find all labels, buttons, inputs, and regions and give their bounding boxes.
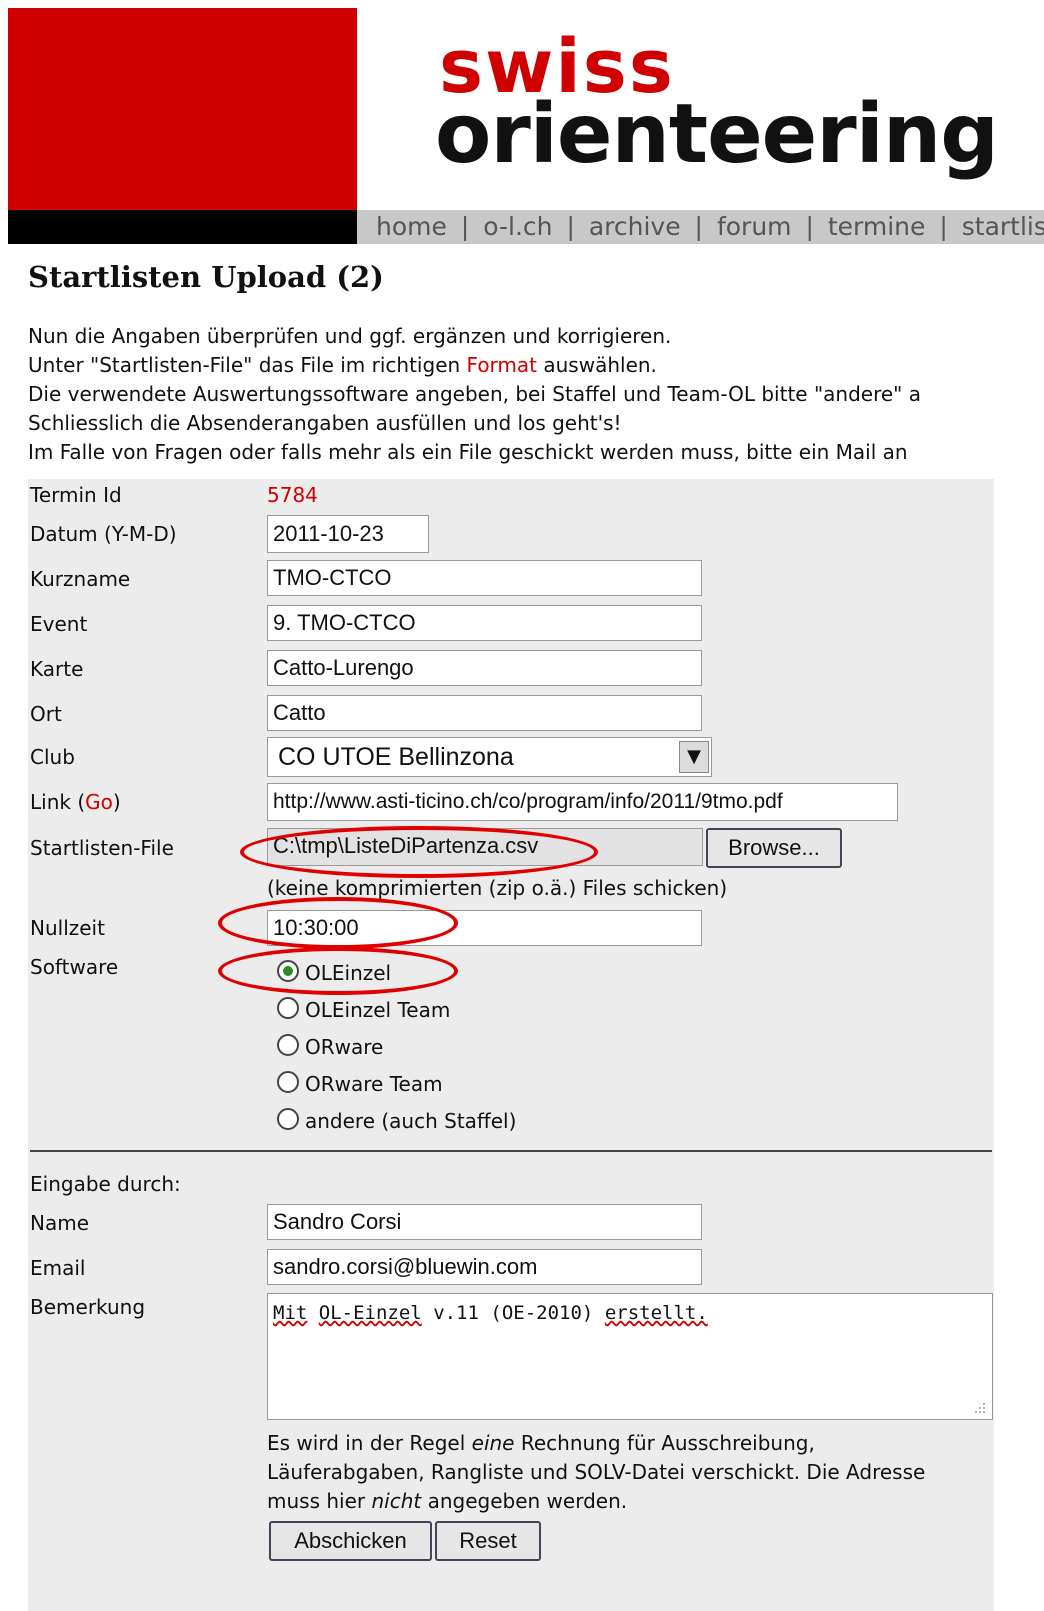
datum-label: Datum (Y-M-D) bbox=[30, 522, 177, 546]
termin-id-label: Termin Id bbox=[30, 483, 122, 507]
termin-id-value: 5784 bbox=[267, 483, 318, 507]
intro-text-fragment: auswählen. bbox=[537, 353, 657, 377]
name-field[interactable] bbox=[267, 1204, 702, 1240]
event-field[interactable] bbox=[267, 605, 702, 641]
radio-unchecked-icon[interactable] bbox=[277, 997, 299, 1019]
nav-separator: | bbox=[566, 212, 575, 241]
bemerkung-label: Bemerkung bbox=[30, 1295, 146, 1319]
club-selected-value: CO UTOE Bellinzona bbox=[278, 743, 514, 771]
software-option-orware[interactable]: ORware bbox=[277, 1034, 383, 1059]
kurzname-field[interactable] bbox=[267, 560, 702, 596]
email-label: Email bbox=[30, 1256, 86, 1280]
remark-word: erstellt. bbox=[604, 1302, 708, 1324]
billing-note: Es wird in der Regel eine Rechnung für A… bbox=[267, 1429, 967, 1516]
nav-separator: | bbox=[805, 212, 814, 241]
site-header: swiss orienteering home | o-l.ch | archi… bbox=[8, 8, 1044, 244]
page: swiss orienteering home | o-l.ch | archi… bbox=[0, 0, 1044, 1611]
nav-o-l-ch[interactable]: o-l.ch bbox=[483, 212, 552, 241]
karte-label: Karte bbox=[30, 657, 84, 681]
top-nav: home | o-l.ch | archive | forum | termin… bbox=[357, 210, 1044, 244]
karte-field[interactable] bbox=[267, 650, 702, 686]
go-link[interactable]: Go bbox=[85, 790, 113, 814]
link-field[interactable] bbox=[267, 783, 898, 821]
logo[interactable]: swiss orienteering bbox=[357, 8, 1044, 210]
club-select[interactable]: CO UTOE Bellinzona ▼ bbox=[267, 737, 712, 777]
intro-text-fragment: Unter "Startlisten-File" das File im ric… bbox=[28, 353, 467, 377]
ort-label: Ort bbox=[30, 702, 62, 726]
remark-word: OL-Einzel bbox=[318, 1302, 422, 1324]
page-title: Startlisten Upload (2) bbox=[28, 260, 384, 294]
reset-button[interactable]: Reset bbox=[435, 1521, 541, 1561]
radio-label: andere (auch Staffel) bbox=[305, 1109, 517, 1133]
link-label: Link (Go) bbox=[30, 790, 121, 814]
name-label: Name bbox=[30, 1211, 90, 1235]
radio-unchecked-icon[interactable] bbox=[277, 1071, 299, 1093]
logo-text-bottom: orienteering bbox=[435, 87, 999, 182]
nav-home[interactable]: home bbox=[376, 212, 447, 241]
format-link[interactable]: Format bbox=[467, 353, 537, 377]
radio-unchecked-icon[interactable] bbox=[277, 1034, 299, 1056]
nullzeit-label: Nullzeit bbox=[30, 916, 105, 940]
ort-field[interactable] bbox=[267, 695, 702, 731]
annotation-ellipse-nullzeit bbox=[218, 897, 458, 949]
intro-line: Unter "Startlisten-File" das File im ric… bbox=[28, 351, 1044, 380]
billing-note-emphasis: nicht bbox=[371, 1489, 422, 1513]
software-label: Software bbox=[30, 955, 119, 979]
billing-note-text: Es wird in der Regel bbox=[267, 1431, 472, 1455]
radio-label: ORware bbox=[305, 1035, 384, 1059]
brand-black-bar bbox=[8, 210, 357, 244]
section-divider bbox=[30, 1150, 992, 1152]
remark-word: (OE-2010) bbox=[490, 1302, 594, 1324]
eingabe-durch-heading: Eingabe durch: bbox=[30, 1172, 181, 1196]
chevron-down-icon[interactable]: ▼ bbox=[679, 741, 709, 773]
radio-label: ORware Team bbox=[305, 1072, 443, 1096]
nav-startlisten[interactable]: startlisten bbox=[962, 212, 1044, 241]
software-option-andere[interactable]: andere (auch Staffel) bbox=[277, 1108, 516, 1133]
intro-line: Die verwendete Auswertungssoftware angeb… bbox=[28, 382, 921, 406]
brand-red-block bbox=[8, 8, 357, 210]
bemerkung-textarea[interactable]: Mit OL-Einzel v.11 (OE-2010) erstellt. bbox=[267, 1293, 993, 1420]
link-label-text: ) bbox=[112, 790, 121, 814]
nav-separator: | bbox=[939, 212, 948, 241]
radio-unchecked-icon[interactable] bbox=[277, 1108, 299, 1130]
nav-separator: | bbox=[460, 212, 470, 241]
club-label: Club bbox=[30, 745, 75, 769]
event-label: Event bbox=[30, 612, 88, 636]
kurzname-label: Kurzname bbox=[30, 567, 131, 591]
resize-grip-icon[interactable] bbox=[974, 1402, 986, 1414]
software-option-oleinzel-team[interactable]: OLEinzel Team bbox=[277, 997, 450, 1022]
intro-line: Im Falle von Fragen oder falls mehr als … bbox=[28, 440, 908, 464]
browse-button[interactable]: Browse... bbox=[706, 828, 842, 868]
datum-field[interactable] bbox=[267, 515, 429, 553]
submit-button[interactable]: Abschicken bbox=[269, 1521, 432, 1561]
billing-note-text: angegeben werden. bbox=[421, 1489, 628, 1513]
intro-text: Nun die Angaben überprüfen und ggf. ergä… bbox=[28, 322, 1044, 467]
email-field[interactable] bbox=[267, 1249, 702, 1285]
nav-separator: | bbox=[694, 212, 703, 241]
remark-word: Mit bbox=[273, 1302, 308, 1324]
nav-archive[interactable]: archive bbox=[589, 212, 681, 241]
annotation-ellipse-software bbox=[218, 947, 458, 995]
software-option-orware-team[interactable]: ORware Team bbox=[277, 1071, 443, 1096]
annotation-ellipse-file bbox=[240, 826, 598, 878]
intro-line: Schliesslich die Absenderangaben ausfüll… bbox=[28, 411, 622, 435]
intro-line: Nun die Angaben überprüfen und ggf. ergä… bbox=[28, 324, 672, 348]
link-label-text: Link ( bbox=[30, 790, 86, 814]
startlisten-file-label: Startlisten-File bbox=[30, 836, 174, 860]
remark-word: v.11 bbox=[433, 1302, 479, 1324]
billing-note-emphasis: eine bbox=[471, 1431, 515, 1455]
nav-forum[interactable]: forum bbox=[717, 212, 792, 241]
nav-termine[interactable]: termine bbox=[828, 212, 926, 241]
radio-label: OLEinzel Team bbox=[305, 998, 451, 1022]
